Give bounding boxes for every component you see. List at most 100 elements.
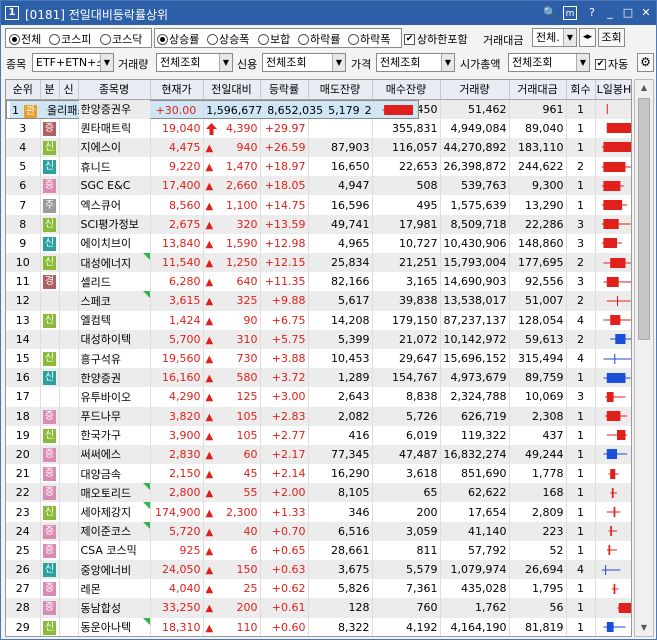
- name-cell[interactable]: 동운아나텍: [78, 617, 151, 636]
- gear-icon[interactable]: ⚙: [637, 53, 654, 72]
- vertical-scrollbar[interactable]: ▲ ▼: [634, 79, 654, 637]
- table-row[interactable]: 15 신 흥구석유 19,560 ▲ 730 +3.88 10,453 29,647 15,696…: [6, 348, 631, 369]
- name-cell[interactable]: 매오토리드: [78, 483, 151, 503]
- table-row[interactable]: 10 신 대성에너지 11,540 ▲ 1,250 +12.15 25,834 21,251 15…: [6, 253, 631, 273]
- table-row[interactable]: 6 증 SGC E&C 17,400 ▲ 2,660 +18.05 4,947 508 539,7…: [6, 176, 631, 196]
- type-fall-rate-radio[interactable]: 하락률: [298, 31, 340, 47]
- table-row[interactable]: 22 증 매오토리드 2,800 ▲ 55 +2.00 8,105 65 62,622 168 1: [6, 483, 631, 503]
- maximize-icon[interactable]: □: [621, 6, 635, 20]
- scroll-up-icon[interactable]: ▲: [637, 81, 651, 95]
- minimize-icon[interactable]: _: [603, 6, 617, 20]
- type-rise-rate-radio[interactable]: 상승률: [157, 31, 199, 47]
- amount-select[interactable]: 전체. ▼: [532, 28, 577, 47]
- name-cell[interactable]: 중앙에너비: [78, 560, 151, 580]
- type-fall-amount-radio[interactable]: 하락폭: [348, 31, 390, 47]
- name-cell[interactable]: 푸드나무: [78, 406, 151, 426]
- volume-select[interactable]: 전체조회 ▼: [156, 53, 233, 72]
- table-row[interactable]: 12 스페코 3,615 ▲ 325 +9.88 5,617 39,838 13,538,017…: [6, 291, 631, 311]
- credit-select[interactable]: 전체조회 ▼: [262, 53, 346, 72]
- type-flat-radio[interactable]: 보합: [258, 31, 290, 47]
- name-cell[interactable]: 한국가구: [78, 425, 151, 445]
- close-icon[interactable]: ✕: [639, 6, 653, 20]
- scroll-down-icon[interactable]: ▼: [637, 621, 651, 635]
- table-row[interactable]: 19 신 한국가구 3,900 ▲ 105 +2.77 416 6,019 119,322 437 1: [6, 425, 631, 445]
- market-kosdaq-radio[interactable]: 코스닥: [100, 31, 142, 47]
- name-cell[interactable]: 대양금속: [78, 464, 151, 484]
- name-cell[interactable]: 퀀타매트릭: [78, 118, 151, 138]
- table-row[interactable]: 28 증 동남합성 33,250 ▲ 200 +0.61 128 760 1,762 56 1: [6, 598, 631, 618]
- table-row[interactable]: 13 신 엘컴텍 1,424 ▲ 90 +6.75 14,208 179,150 87,237,1…: [6, 310, 631, 330]
- scroll-thumb[interactable]: [638, 98, 650, 340]
- name-cell[interactable]: SCI평가정보: [78, 214, 151, 234]
- name-cell[interactable]: 대성에너지: [78, 253, 151, 273]
- name-cell[interactable]: 써써에스: [78, 444, 151, 465]
- name-cell[interactable]: 흥구석유: [78, 348, 151, 369]
- name-cell[interactable]: 한양증권우: [78, 99, 151, 119]
- table-row[interactable]: 18 증 푸드나무 3,820 ▲ 105 +2.83 2,082 5,726 626,719 2,…: [6, 406, 631, 426]
- col-change[interactable]: 전일대비: [203, 80, 261, 100]
- col-bid-qty[interactable]: 매수잔량: [372, 80, 441, 100]
- price-select[interactable]: 전체조회 ▼: [376, 53, 455, 72]
- limit-checkbox[interactable]: ✔ 상하한포함: [404, 31, 468, 47]
- name-cell[interactable]: 휴니드: [78, 157, 151, 177]
- name-cell[interactable]: 셀리드: [78, 272, 151, 292]
- price-cell: 9,220: [150, 157, 204, 177]
- name-cell[interactable]: 유투바이오: [78, 387, 151, 407]
- name-cell[interactable]: 레몬: [78, 579, 151, 599]
- col-volume[interactable]: 거래량: [440, 80, 510, 100]
- memo-icon[interactable]: m: [563, 6, 577, 20]
- name-cell[interactable]: 엑스큐어: [78, 195, 151, 215]
- name-cell[interactable]: 제이준코스: [78, 521, 151, 541]
- name-cell[interactable]: 세아제강지: [78, 502, 151, 522]
- table-row[interactable]: 8 신 SCI평가정보 2,675 ▲ 320 +13.59 49,741 17,981 8,50…: [6, 214, 631, 234]
- name-cell[interactable]: 엘컴텍: [78, 310, 151, 330]
- search-icon[interactable]: 🔍: [543, 6, 557, 20]
- col-price[interactable]: 현재가: [150, 80, 204, 100]
- name-cell[interactable]: 대성하이텍: [78, 329, 151, 349]
- item-select[interactable]: ETF+ETN+스! ▼: [32, 53, 114, 72]
- name-cell[interactable]: SGC E&C: [78, 176, 151, 196]
- col-credit[interactable]: 신: [59, 80, 79, 100]
- table-row[interactable]: 16 신 한양증권 16,160 ▲ 580 +3.72 1,289 154,767 4,973,…: [6, 368, 631, 388]
- amount-option-button[interactable]: ◂▸: [579, 28, 596, 47]
- type-rise-amount-radio[interactable]: 상승폭: [207, 31, 249, 47]
- table-row[interactable]: 4 신 지에스이 4,475 ▲ 940 +26.59 87,903 116,057 44,270…: [6, 137, 631, 158]
- table-row[interactable]: 27 증 레몬 4,040 ▲ 25 +0.62 5,826 7,361 435,028 1,795…: [6, 579, 631, 599]
- table-row[interactable]: 17 유투바이오 4,290 ▲ 125 +3.00 2,643 8,838 2,324,788…: [6, 387, 631, 407]
- table-row[interactable]: 7 주 엑스큐어 8,560 ▲ 1,100 +14.75 16,596 495 1,575,63…: [6, 195, 631, 215]
- table-row[interactable]: 5 신 휴니드 9,220 ▲ 1,470 +18.97 16,650 22,653 26,398…: [6, 157, 631, 177]
- col-count[interactable]: 회수: [566, 80, 596, 100]
- name-cell[interactable]: 에이치브이: [78, 233, 151, 253]
- col-candle[interactable]: L일봉H: [595, 80, 631, 100]
- name-cell[interactable]: 동남합성: [78, 598, 151, 618]
- table-row[interactable]: 11 경 셀리드 6,280 ▲ 640 +11.35 82,166 3,165 14,690,9…: [6, 272, 631, 292]
- name-cell[interactable]: 한양증권: [78, 368, 151, 388]
- table-row[interactable]: 23 신 세아제강지 174,900 ▲ 2,300 +1.33 346 200 17,654 2,…: [6, 502, 631, 522]
- table-row[interactable]: 29 신 동운아나텍 18,310 ▲ 110 +0.60 8,322 4,192 4,164,1…: [6, 617, 631, 636]
- name-cell[interactable]: 지에스이: [78, 137, 151, 158]
- table-row[interactable]: 3 증 퀀타매트릭 19,040 4,390 +29.97 355,831 4,949,084…: [6, 118, 631, 138]
- query-button[interactable]: 조회: [598, 28, 625, 47]
- market-all-radio[interactable]: 전체: [9, 31, 41, 47]
- name-cell[interactable]: CSA 코스믹: [78, 540, 151, 560]
- cap-select[interactable]: 전체조회 ▼: [508, 53, 590, 72]
- table-row[interactable]: 20 증 써써에스 2,830 ▲ 60 +2.17 77,345 47,487 16,832,2…: [6, 444, 631, 465]
- table-row[interactable]: 21 증 대양금속 2,150 ▲ 45 +2.14 16,290 3,618 851,690 1,…: [6, 464, 631, 484]
- table-row[interactable]: 25 증 CSA 코스믹 925 ▲ 6 +0.65 28,661 811 57,792 52 1: [6, 540, 631, 560]
- title-bar[interactable]: 1 [0181] 전일대비등락률상위 🔍 m ? _ □ ✕: [1, 1, 656, 25]
- table-row[interactable]: 14 대성하이텍 5,700 ▲ 310 +5.75 5,399 21,072 10,142,9…: [6, 329, 631, 349]
- col-ask-qty[interactable]: 매도잔량: [308, 80, 373, 100]
- table-row[interactable]: 26 신 중앙에너비 24,050 ▲ 150 +0.63 3,675 5,579 1,079,9…: [6, 560, 631, 580]
- col-name[interactable]: 종목명: [78, 80, 151, 100]
- auto-checkbox[interactable]: ✔ 자동: [595, 56, 628, 72]
- table-row[interactable]: 9 신 에이치브이 13,840 ▲ 1,590 +12.98 4,965 10,727 10,4…: [6, 233, 631, 253]
- table-row[interactable]: 24 증 제이준코스 5,720 ▲ 40 +0.70 6,516 3,059 41,140 223…: [6, 521, 631, 541]
- col-amount[interactable]: 거래대금: [509, 80, 567, 100]
- table-row[interactable]: 1관올리패스637147+30.001,596,6778,652,0355,17…: [6, 99, 419, 119]
- market-kospi-radio[interactable]: 코스피: [49, 31, 91, 47]
- name-cell[interactable]: 스페코: [78, 291, 151, 311]
- col-rank[interactable]: 순위: [6, 80, 41, 100]
- col-division[interactable]: 분: [40, 80, 60, 100]
- col-rate[interactable]: 등락률: [260, 80, 309, 100]
- help-icon[interactable]: ?: [585, 6, 599, 20]
